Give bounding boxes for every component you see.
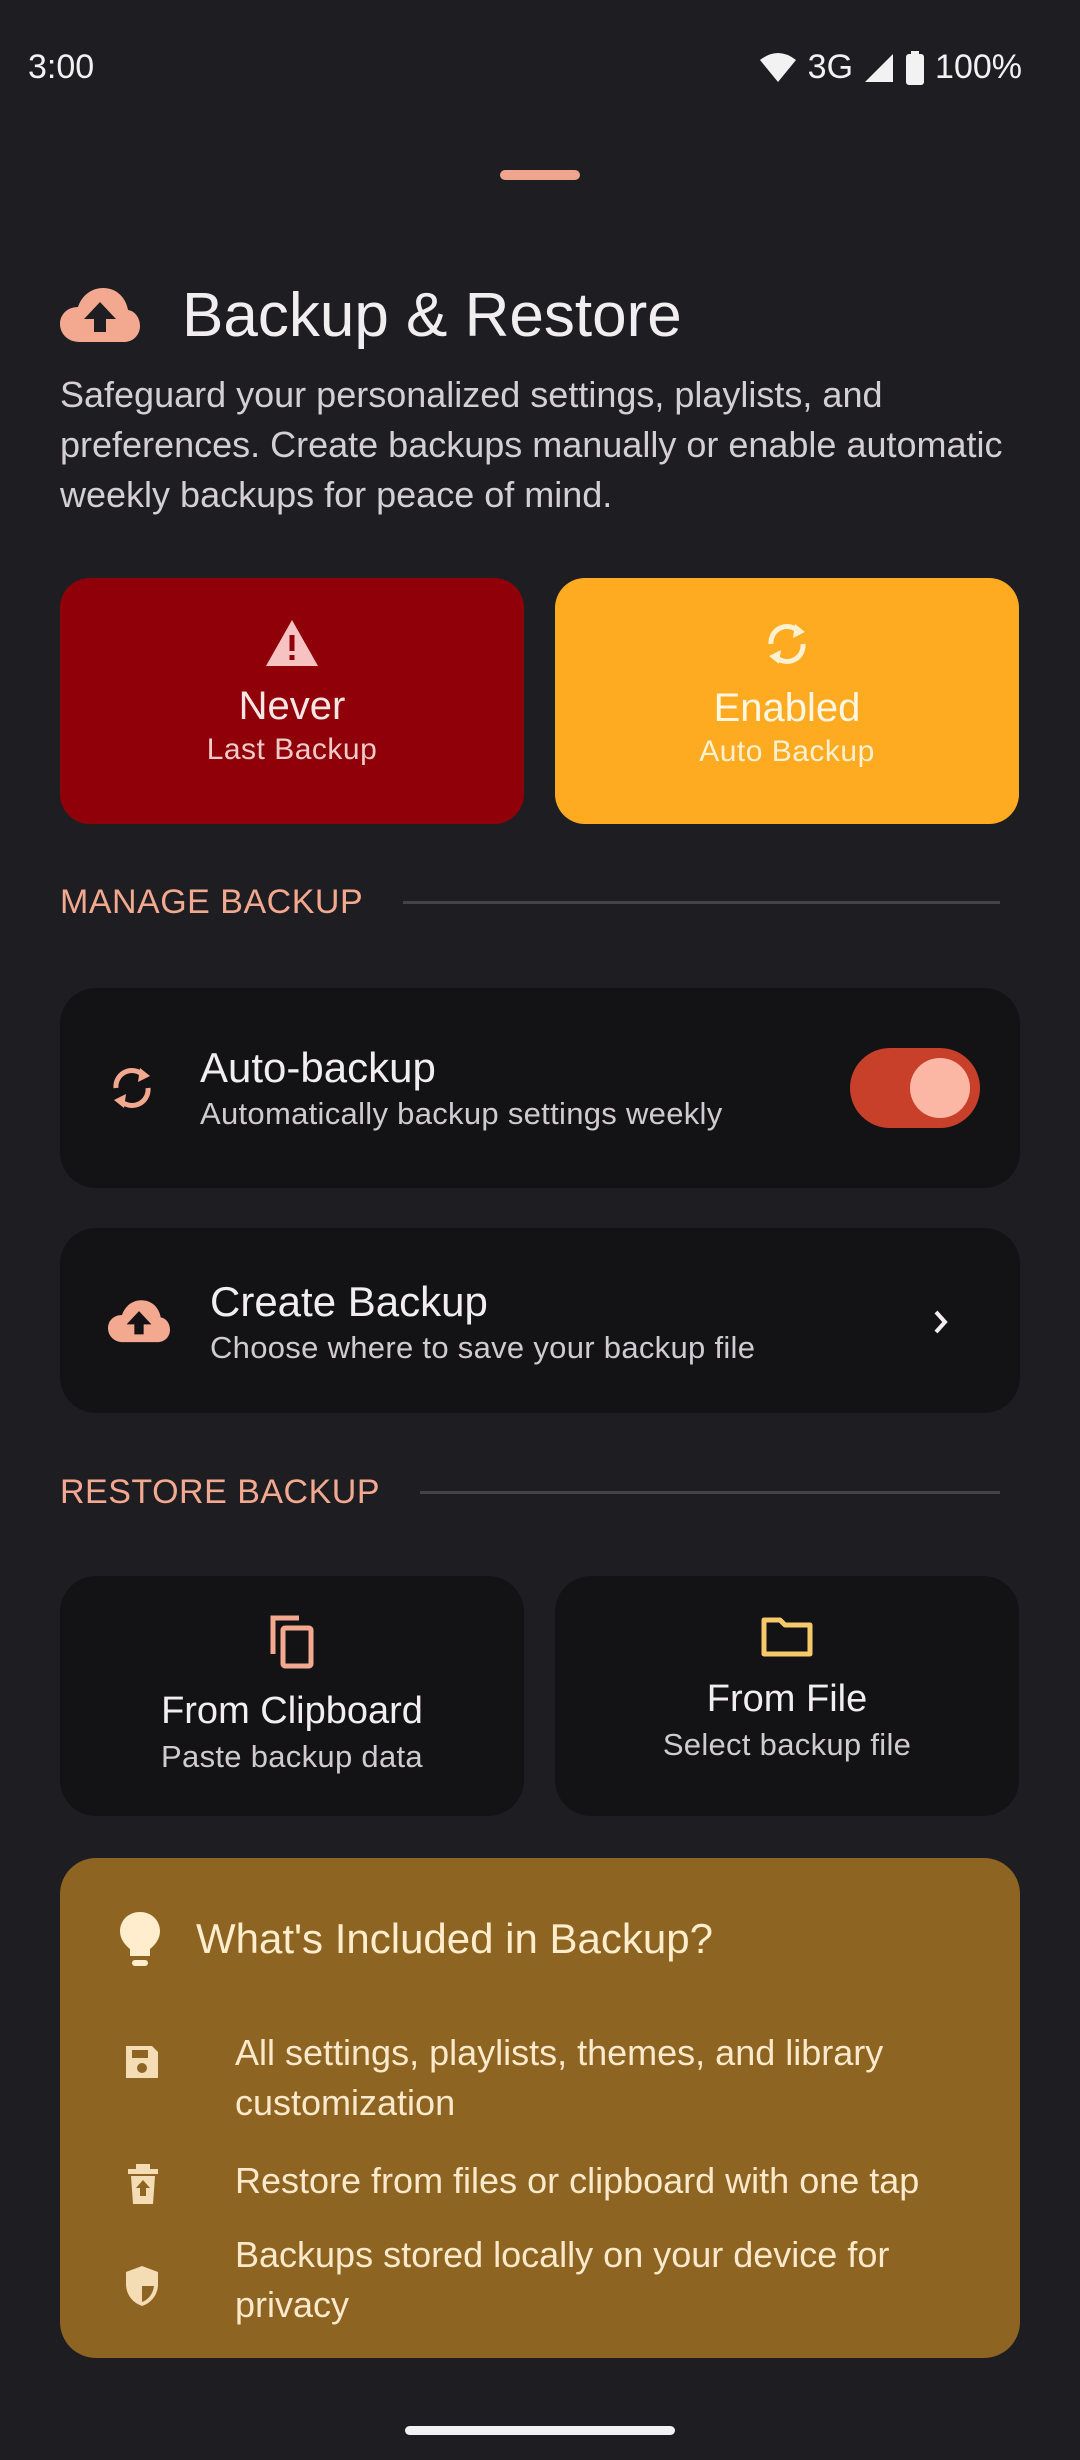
home-gesture-bar[interactable] xyxy=(405,2426,675,2435)
manage-backup-header: MANAGE BACKUP xyxy=(60,883,1000,922)
cloud-upload-icon xyxy=(108,1300,170,1343)
info-item: Backups stored locally on your device fo… xyxy=(110,2230,990,2340)
last-backup-value: Never xyxy=(238,684,346,728)
page-description: Safeguard your personalized settings, pl… xyxy=(60,374,1003,515)
file-title: From File xyxy=(706,1678,868,1720)
page-title: Backup & Restore xyxy=(182,281,682,350)
info-item: All settings, playlists, themes, and lib… xyxy=(110,2028,990,2138)
page-header: Backup & Restore xyxy=(60,280,682,351)
shield-icon xyxy=(126,2266,158,2306)
section-divider xyxy=(403,901,1000,904)
auto-backup-title: Auto-backup xyxy=(200,1044,436,1091)
auto-backup-value: Enabled xyxy=(713,686,861,730)
last-backup-label: Last Backup xyxy=(206,733,378,766)
auto-backup-subtitle: Automatically backup settings weekly xyxy=(200,1096,723,1131)
network-label: 3G xyxy=(807,48,854,86)
restore-backup-title: RESTORE BACKUP xyxy=(60,1473,381,1511)
info-title: What's Included in Backup? xyxy=(196,1915,713,1962)
last-backup-card: Never Last Backup xyxy=(60,578,524,824)
save-icon xyxy=(126,2046,158,2078)
battery-icon xyxy=(906,50,925,85)
create-backup-row[interactable]: Create Backup Choose where to save your … xyxy=(60,1228,1020,1413)
cloud-upload-icon xyxy=(60,287,140,342)
auto-backup-row[interactable]: Auto-backup Automatically backup setting… xyxy=(60,988,1020,1188)
clipboard-subtitle: Paste backup data xyxy=(161,1739,423,1774)
backup-info-card: What's Included in Backup? All settings,… xyxy=(60,1858,1020,2358)
info-item-text: Backups stored locally on your device fo… xyxy=(235,2234,890,2325)
sync-icon xyxy=(768,624,806,664)
info-title-row: What's Included in Backup? xyxy=(118,1910,713,1968)
auto-backup-label: Auto Backup xyxy=(699,735,875,768)
sheet-drag-handle[interactable] xyxy=(500,170,580,180)
lightbulb-icon xyxy=(120,1912,160,1966)
clipboard-title: From Clipboard xyxy=(161,1690,423,1732)
manage-backup-title: MANAGE BACKUP xyxy=(60,883,364,921)
status-bar: 3:00 3G 100% xyxy=(0,0,1080,140)
create-backup-subtitle: Choose where to save your backup file xyxy=(210,1330,756,1365)
chevron-right-icon xyxy=(934,1310,948,1334)
auto-backup-toggle[interactable] xyxy=(850,1048,980,1128)
create-backup-title: Create Backup xyxy=(210,1278,488,1325)
info-item-text: All settings, playlists, themes, and lib… xyxy=(235,2032,884,2123)
toggle-knob xyxy=(910,1058,970,1118)
warning-icon xyxy=(266,620,318,666)
section-divider xyxy=(420,1491,1000,1494)
restore-from-file-button[interactable]: From File Select backup file xyxy=(555,1576,1019,1816)
battery-label: 100% xyxy=(935,48,1022,86)
status-icons: 3G 100% xyxy=(758,48,1022,87)
restore-icon xyxy=(128,2164,158,2204)
status-time: 3:00 xyxy=(28,48,95,86)
copy-icon xyxy=(270,1615,314,1669)
file-subtitle: Select backup file xyxy=(662,1727,912,1762)
restore-backup-header: RESTORE BACKUP xyxy=(60,1473,1000,1512)
info-item: Restore from files or clipboard with one… xyxy=(110,2156,990,2216)
sync-icon xyxy=(113,1068,151,1108)
signal-icon xyxy=(865,53,894,82)
restore-from-clipboard-button[interactable]: From Clipboard Paste backup data xyxy=(60,1576,524,1816)
info-item-text: Restore from files or clipboard with one… xyxy=(235,2160,920,2201)
folder-icon xyxy=(761,1617,813,1657)
auto-backup-card: Enabled Auto Backup xyxy=(555,578,1019,824)
wifi-icon xyxy=(759,52,796,82)
